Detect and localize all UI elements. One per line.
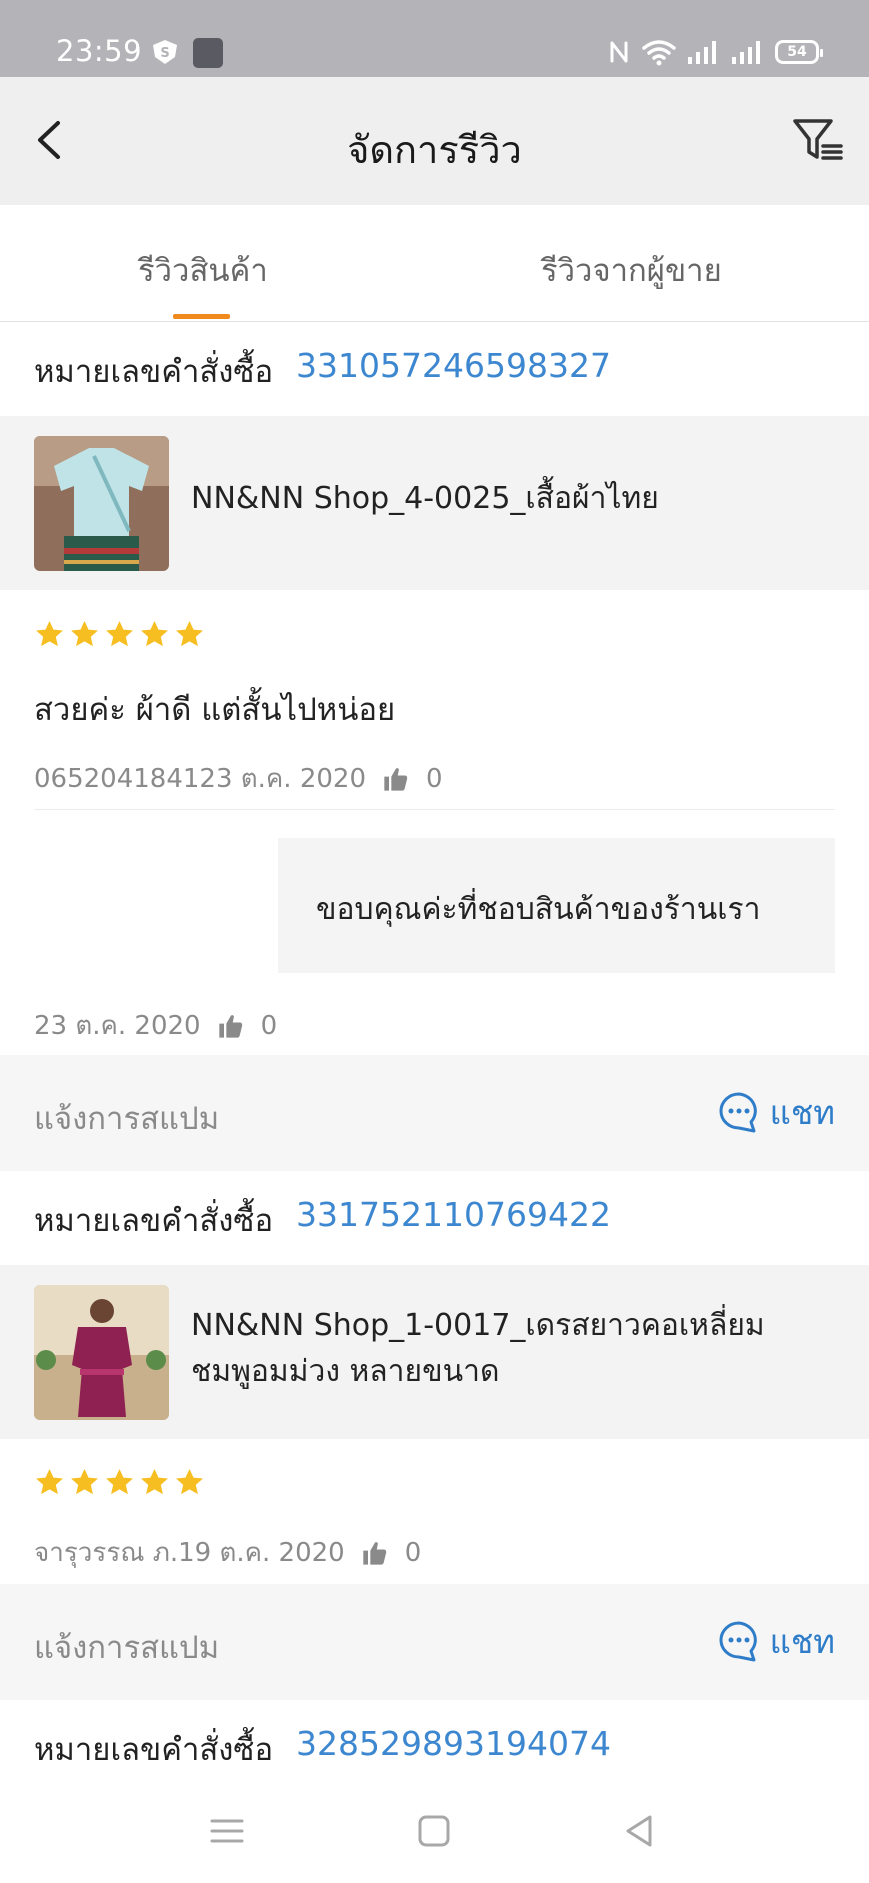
signal-icon	[688, 41, 716, 64]
review-date: 065204184123 ต.ค. 2020	[34, 764, 367, 794]
seller-reply-box: ขอบคุณค่ะที่ชอบสินค้าของร้านเรา	[278, 838, 835, 973]
reply-meta: 23 ต.ค. 2020 0	[34, 1005, 277, 1046]
tab-product-reviews[interactable]: รีวิวสินค้า	[138, 245, 268, 295]
star-icon	[176, 1468, 203, 1495]
product-name-line-1: NN&NN Shop_1-0017_เดรสยาวคอเหลี่ยม	[191, 1308, 765, 1343]
product-name[interactable]: NN&NN Shop_4-0025_เสื้อผ้าไทย	[191, 476, 841, 522]
thumbs-up-icon[interactable]	[217, 1012, 245, 1040]
status-time: 23:59	[56, 34, 143, 68]
filter-icon[interactable]	[791, 115, 847, 165]
product-name[interactable]: NN&NN Shop_1-0017_เดรสยาวคอเหลี่ยม ชมพูอ…	[191, 1303, 841, 1395]
chat-button[interactable]: แชท	[718, 1616, 835, 1666]
thumbs-up-icon[interactable]	[382, 765, 410, 793]
chat-button[interactable]: แชท	[718, 1087, 835, 1137]
product-row[interactable]: NN&NN Shop_1-0017_เดรสยาวคอเหลี่ยม ชมพูอ…	[0, 1265, 869, 1439]
chat-label: แชท	[769, 1092, 835, 1132]
app-notification-icon	[193, 38, 223, 68]
product-name-line-2: ชมพูอมม่วง หลายขนาด	[191, 1354, 500, 1389]
page-title: จัดการรีวิว	[347, 128, 522, 172]
product-thumbnail[interactable]	[34, 436, 169, 571]
order-row: หมายเลขคำสั่งซื้อ 331752110769422	[0, 1171, 869, 1265]
like-count: 0	[426, 763, 443, 794]
signal-icon-2	[732, 41, 760, 64]
review-actions: แจ้งการสแปม แชท	[0, 1055, 869, 1171]
tab-seller-reviews[interactable]: รีวิวจากผู้ขาย	[541, 245, 722, 295]
seller-reply-text: ขอบคุณค่ะที่ชอบสินค้าของร้านเรา	[316, 892, 761, 927]
product-thumbnail[interactable]	[34, 1285, 169, 1420]
report-spam-link[interactable]: แจ้งการสแปม	[34, 1622, 219, 1672]
star-icon	[176, 620, 203, 647]
chat-bubble-icon	[719, 1092, 757, 1133]
star-icon	[36, 620, 63, 647]
order-row: หมายเลขคำสั่งซื้อ 331057246598327	[0, 322, 869, 416]
order-number-link[interactable]: 331057246598327	[296, 346, 611, 385]
reply-like-count: 0	[260, 1010, 278, 1041]
svg-text:S: S	[160, 46, 169, 61]
app-header: จัดการรีวิว	[0, 77, 869, 205]
review-meta: 065204184123 ต.ค. 2020 0	[34, 758, 443, 799]
back-triangle-icon[interactable]	[620, 1811, 660, 1851]
star-icon	[71, 1468, 98, 1495]
star-icon	[71, 620, 98, 647]
star-icon	[106, 1468, 133, 1495]
review-comment: สวยค่ะ ผ้าดี แต่สั้นไปหน่อย	[34, 692, 396, 728]
star-icon	[36, 1468, 63, 1495]
review-date: จารุวรรณ ภ.19 ต.ค. 2020	[34, 1538, 345, 1568]
system-nav-bar	[0, 1783, 869, 1883]
order-label: หมายเลขคำสั่งซื้อ	[34, 1732, 274, 1768]
order-label: หมายเลขคำสั่งซื้อ	[34, 354, 274, 390]
star-icon	[106, 620, 133, 647]
like-count: 0	[404, 1537, 422, 1568]
order-label: หมายเลขคำสั่งซื้อ	[34, 1203, 274, 1239]
rating-stars	[34, 1467, 205, 1498]
status-icons: 54	[607, 36, 823, 68]
order-row: หมายเลขคำสั่งซื้อ 328529893194074	[0, 1700, 869, 1794]
thumbs-up-icon[interactable]	[361, 1539, 389, 1567]
report-spam-link[interactable]: แจ้งการสแปม	[34, 1093, 219, 1143]
battery-icon: 54	[775, 40, 823, 64]
review-actions: แจ้งการสแปม แชท	[0, 1584, 869, 1700]
review-meta: จารุวรรณ ภ.19 ต.ค. 2020 0	[34, 1532, 421, 1573]
shield-app-icon: S	[153, 40, 177, 64]
chat-label: แชท	[769, 1621, 835, 1661]
home-square-icon[interactable]	[414, 1811, 454, 1851]
order-number-link[interactable]: 328529893194074	[296, 1724, 611, 1763]
chat-bubble-icon	[719, 1621, 757, 1662]
star-icon	[141, 1468, 168, 1495]
divider	[34, 809, 835, 810]
status-bar: 23:59 S 54	[0, 0, 869, 77]
active-tab-indicator	[173, 314, 230, 319]
star-icon	[141, 620, 168, 647]
wifi-icon	[642, 40, 676, 66]
tab-bar: รีวิวสินค้า รีวิวจากผู้ขาย	[0, 205, 869, 322]
rating-stars	[34, 619, 205, 650]
reply-date: 23 ต.ค. 2020	[34, 1011, 201, 1041]
menu-icon[interactable]	[207, 1811, 247, 1851]
order-number-link[interactable]: 331752110769422	[296, 1195, 611, 1234]
product-row[interactable]: NN&NN Shop_4-0025_เสื้อผ้าไทย	[0, 416, 869, 590]
nfc-icon	[610, 41, 628, 63]
